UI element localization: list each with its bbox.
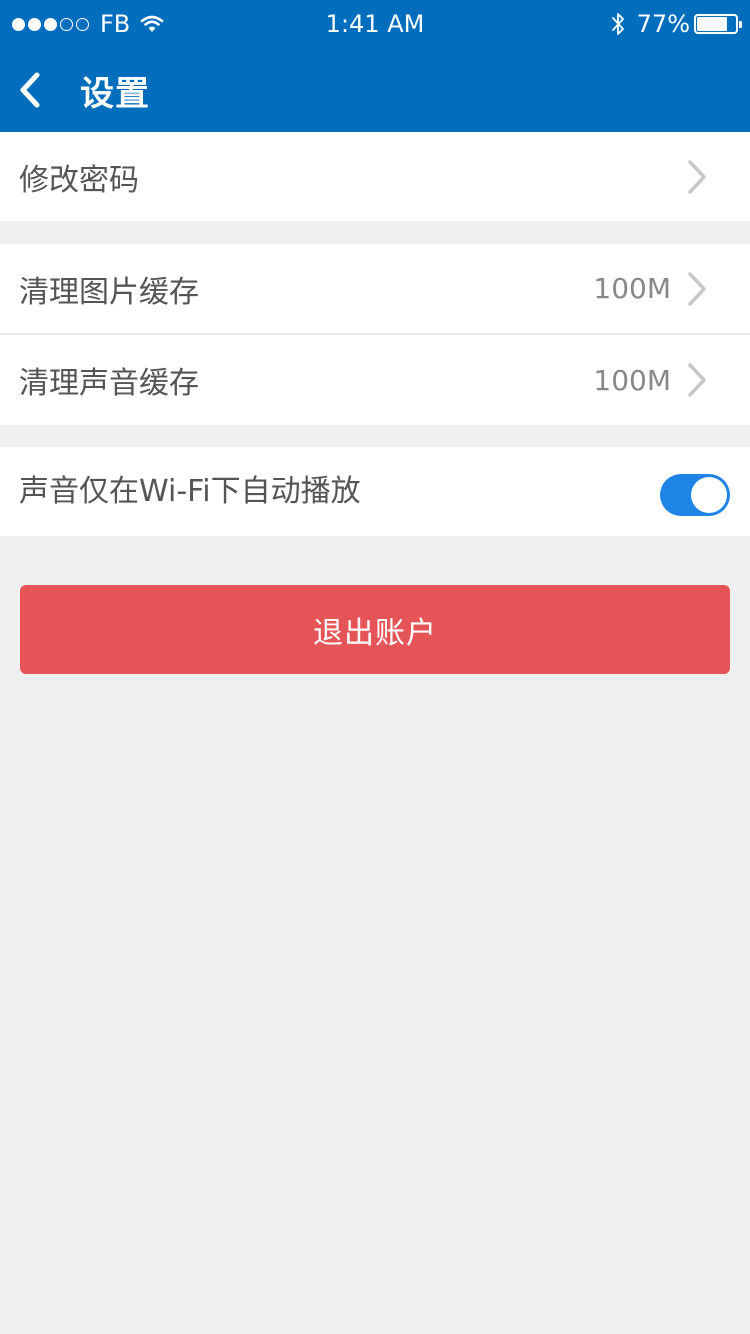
cache-size: 100M: [593, 272, 671, 305]
status-bar: FB 1:41 AM 77%: [0, 0, 750, 50]
clear-image-cache-row[interactable]: 清理图片缓存 100M: [0, 244, 750, 333]
page-title: 设置: [80, 74, 150, 114]
clear-audio-cache-row[interactable]: 清理声音缓存 100M: [0, 335, 750, 425]
row-label: 声音仅在Wi-Fi下自动播放: [19, 473, 361, 509]
chevron-right-icon: [688, 159, 706, 194]
chevron-right-icon: [688, 363, 706, 397]
cache-size: 100M: [593, 363, 671, 397]
row-label: 修改密码: [19, 162, 139, 198]
chevron-right-icon: [688, 271, 706, 306]
row-label: 清理图片缓存: [19, 274, 199, 310]
battery-icon: [694, 14, 742, 34]
change-password-row[interactable]: 修改密码: [0, 132, 750, 221]
logout-button[interactable]: 退出账户: [20, 585, 730, 674]
toggle-knob: [691, 477, 727, 513]
nav-header: FB 1:41 AM 77% 设置: [0, 0, 750, 132]
status-right: 77%: [611, 10, 742, 38]
battery-percent: 77%: [636, 10, 690, 38]
row-label: 清理声音缓存: [19, 366, 199, 401]
bluetooth-icon: [611, 13, 624, 35]
wifi-autoplay-row: 声音仅在Wi-Fi下自动播放: [0, 447, 750, 536]
back-icon[interactable]: [18, 72, 42, 108]
wifi-autoplay-toggle[interactable]: [660, 474, 730, 516]
